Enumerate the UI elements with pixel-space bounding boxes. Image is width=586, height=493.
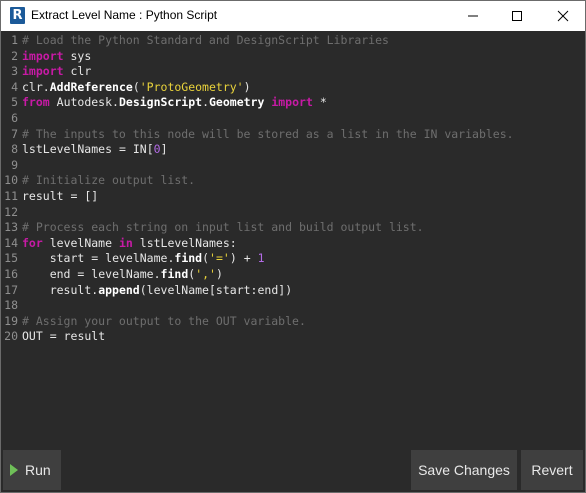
line-number-gutter: 1 2 3 4 5 6 7 8 9 10 11 12 13 14 15 16 17 18 19 20 (1, 31, 19, 448)
code-line[interactable]: start = levelName.find('=') + 1 (22, 251, 265, 267)
line-number: 5 (11, 95, 18, 110)
line-number: 13 (4, 220, 18, 235)
line-number: 11 (4, 189, 18, 203)
code-line[interactable]: # Process each string on input list and … (22, 220, 424, 236)
maximize-icon (512, 11, 522, 21)
code-editor[interactable]: 1 2 3 4 5 6 7 8 9 10 11 12 13 14 15 16 17 18 19 20 # Load t… (1, 31, 585, 448)
line-number: 1 (11, 33, 18, 47)
play-icon (10, 464, 18, 476)
title-bar[interactable]: R Extract Level Name : Python Script (1, 1, 585, 31)
line-number: 6 (11, 111, 18, 125)
line-number: 3 (11, 64, 18, 79)
bottom-toolbar: Run Save Changes Revert (1, 448, 585, 492)
close-button[interactable] (541, 1, 585, 31)
line-number: 20 (4, 329, 18, 344)
revit-app-icon: R (10, 7, 25, 24)
minimize-icon (468, 15, 478, 17)
revert-button[interactable]: Revert (521, 450, 583, 490)
line-number: 9 (11, 157, 18, 172)
code-line[interactable]: clr.AddReference('ProtoGeometry') (22, 80, 251, 96)
line-number: 14 (4, 235, 18, 250)
code-line[interactable]: OUT = result (22, 329, 105, 345)
line-number: 8 (11, 142, 18, 157)
window-title: Extract Level Name : Python Script (31, 8, 218, 22)
minimize-button[interactable] (451, 1, 495, 31)
maximize-button[interactable] (495, 1, 539, 31)
python-script-window: R Extract Level Name : Python Script 123… (0, 0, 586, 493)
code-line[interactable]: result = [] (22, 189, 98, 205)
line-number: 2 (11, 48, 18, 63)
line-number: 19 (4, 313, 18, 328)
line-number: 7 (11, 126, 18, 141)
code-line[interactable]: result.append(levelName[start:end]) (22, 283, 292, 299)
code-line[interactable]: lstLevelNames = IN[0] (22, 142, 168, 158)
code-line[interactable]: # Load the Python Standard and DesignScr… (22, 33, 389, 49)
line-number: 18 (4, 298, 18, 313)
code-line[interactable]: # Initialize output list. (22, 173, 195, 189)
code-line[interactable]: end = levelName.find(',') (22, 267, 223, 283)
code-line[interactable]: for levelName in lstLevelNames: (22, 236, 237, 252)
line-number: 12 (4, 204, 18, 219)
close-icon (557, 10, 569, 22)
code-line[interactable]: # The inputs to this node will be stored… (22, 127, 514, 143)
code-line[interactable]: from Autodesk.DesignScript.Geometry impo… (22, 95, 327, 111)
code-line[interactable]: import sys (22, 49, 91, 65)
code-line[interactable]: import clr (22, 64, 91, 80)
line-number: 4 (11, 79, 18, 94)
run-button[interactable]: Run (3, 450, 61, 490)
line-number: 16 (4, 267, 18, 281)
save-changes-button[interactable]: Save Changes (411, 450, 517, 490)
line-number: 17 (4, 282, 18, 297)
line-number: 15 (4, 251, 18, 266)
line-number: 10 (4, 173, 18, 188)
run-button-label: Run (25, 462, 51, 478)
code-line[interactable]: # Assign your output to the OUT variable… (22, 314, 306, 330)
